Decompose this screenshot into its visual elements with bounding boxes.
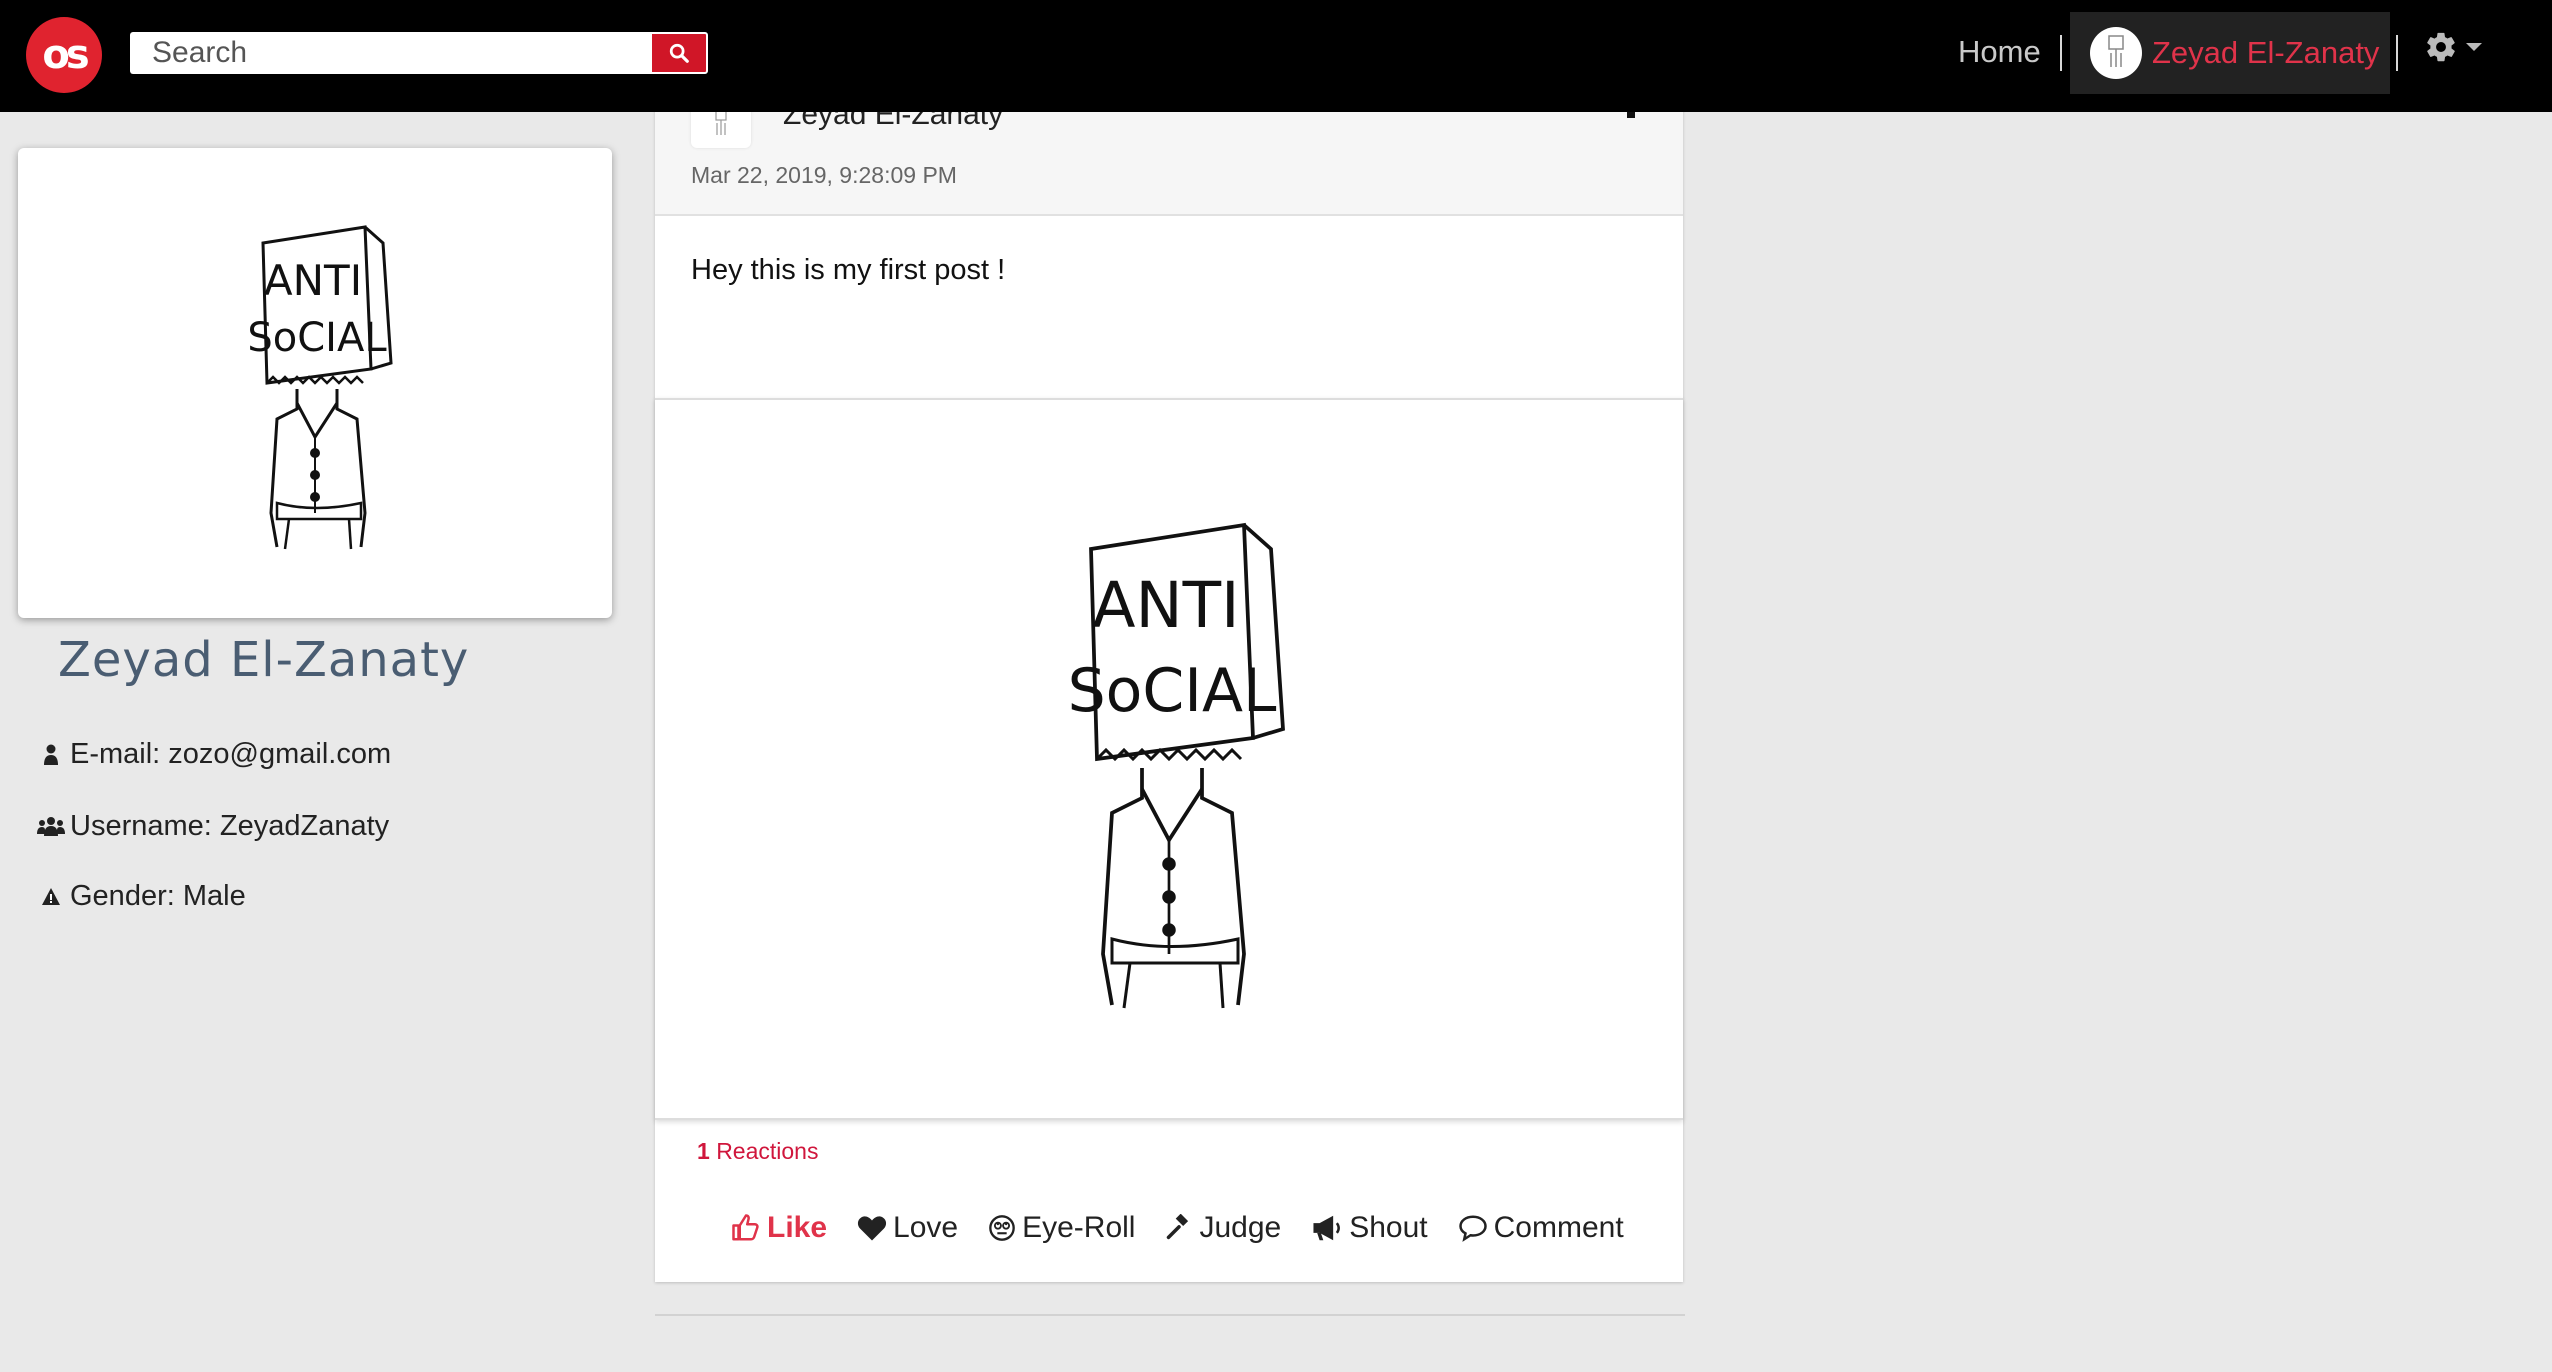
nav-divider — [2060, 35, 2062, 71]
nav-home-link[interactable]: Home — [1958, 34, 2041, 70]
caret-down-icon — [2466, 43, 2482, 51]
feed-divider — [655, 1314, 1685, 1316]
post-image[interactable]: ANTI SoCIAL — [655, 398, 1683, 1120]
profile-picture: ANTI SoCIAL — [247, 225, 393, 550]
comment-label: Comment — [1493, 1211, 1624, 1244]
nav-user-profile-link[interactable]: Zeyad El-Zanaty — [2070, 12, 2390, 94]
profile-email: E-mail: zozo@gmail.com — [34, 738, 391, 771]
post-image-drawing: ANTI SoCIAL — [1068, 522, 1285, 1009]
love-button[interactable]: Love — [857, 1211, 958, 1245]
top-navbar: os Home Zeyad El-Zanaty — [0, 0, 2552, 112]
eye-roll-label: Eye-Roll — [1022, 1211, 1136, 1244]
nav-divider — [2396, 35, 2398, 71]
judge-label: Judge — [1199, 1211, 1282, 1244]
shout-button[interactable]: Shout — [1311, 1211, 1428, 1245]
profile-username-text: Username: ZeyadZanaty — [70, 810, 390, 842]
search-icon — [669, 43, 689, 63]
love-label: Love — [893, 1211, 959, 1244]
like-button[interactable]: Like — [731, 1211, 827, 1245]
avatar-figure-icon — [715, 110, 727, 135]
settings-dropdown[interactable] — [2424, 30, 2482, 64]
comment-icon — [1458, 1215, 1487, 1242]
warning-icon — [34, 887, 68, 907]
like-label: Like — [767, 1211, 828, 1244]
profile-gender-text: Gender: Male — [70, 880, 246, 912]
search-button[interactable] — [650, 32, 708, 74]
gavel-icon — [1167, 1214, 1189, 1240]
bag-text-anti: ANTI — [264, 256, 362, 305]
gear-icon — [2427, 32, 2455, 62]
reactions-count-label: Reactions — [716, 1138, 819, 1164]
profile-name: Zeyad El-Zanaty — [58, 632, 470, 688]
users-icon — [34, 816, 68, 838]
nav-user-name: Zeyad El-Zanaty — [2152, 35, 2380, 70]
post-card: Zeyad El-Zanaty Mar 22, 2019, 9:28:09 PM… — [655, 98, 1683, 1282]
bag-text-social: SoCIAL — [247, 315, 387, 361]
profile-picture-card: ANTI SoCIAL — [18, 148, 612, 618]
bag-text-social: SoCIAL — [1068, 656, 1277, 726]
app-logo[interactable]: os — [26, 17, 102, 93]
thumbs-up-icon — [732, 1214, 759, 1241]
avatar-figure-icon — [2108, 35, 2124, 67]
profile-gender: Gender: Male — [34, 880, 246, 913]
judge-button[interactable]: Judge — [1165, 1211, 1281, 1245]
profile-username: Username: ZeyadZanaty — [34, 810, 389, 843]
post-text: Hey this is my first post ! — [691, 254, 1006, 286]
shout-label: Shout — [1349, 1211, 1428, 1244]
reactions-count-number: 1 — [697, 1138, 710, 1164]
user-icon — [34, 744, 68, 766]
comment-button[interactable]: Comment — [1458, 1211, 1624, 1245]
search-bar — [130, 32, 708, 74]
eye-roll-button[interactable]: Eye-Roll — [988, 1211, 1135, 1245]
post-actions: Like Love Eye-Roll Judge Shout Comment — [731, 1204, 1624, 1252]
bag-text-anti: ANTI — [1092, 569, 1239, 642]
reactions-count[interactable]: 1 Reactions — [697, 1138, 818, 1165]
avatar — [2090, 27, 2142, 79]
profile-email-text: E-mail: zozo@gmail.com — [70, 738, 392, 770]
search-input[interactable] — [130, 32, 650, 74]
post-header: Zeyad El-Zanaty Mar 22, 2019, 9:28:09 PM — [655, 98, 1683, 216]
eye-roll-icon — [989, 1215, 1015, 1241]
bullhorn-icon — [1313, 1215, 1341, 1241]
heart-icon — [857, 1216, 887, 1241]
post-timestamp: Mar 22, 2019, 9:28:09 PM — [691, 162, 957, 188]
